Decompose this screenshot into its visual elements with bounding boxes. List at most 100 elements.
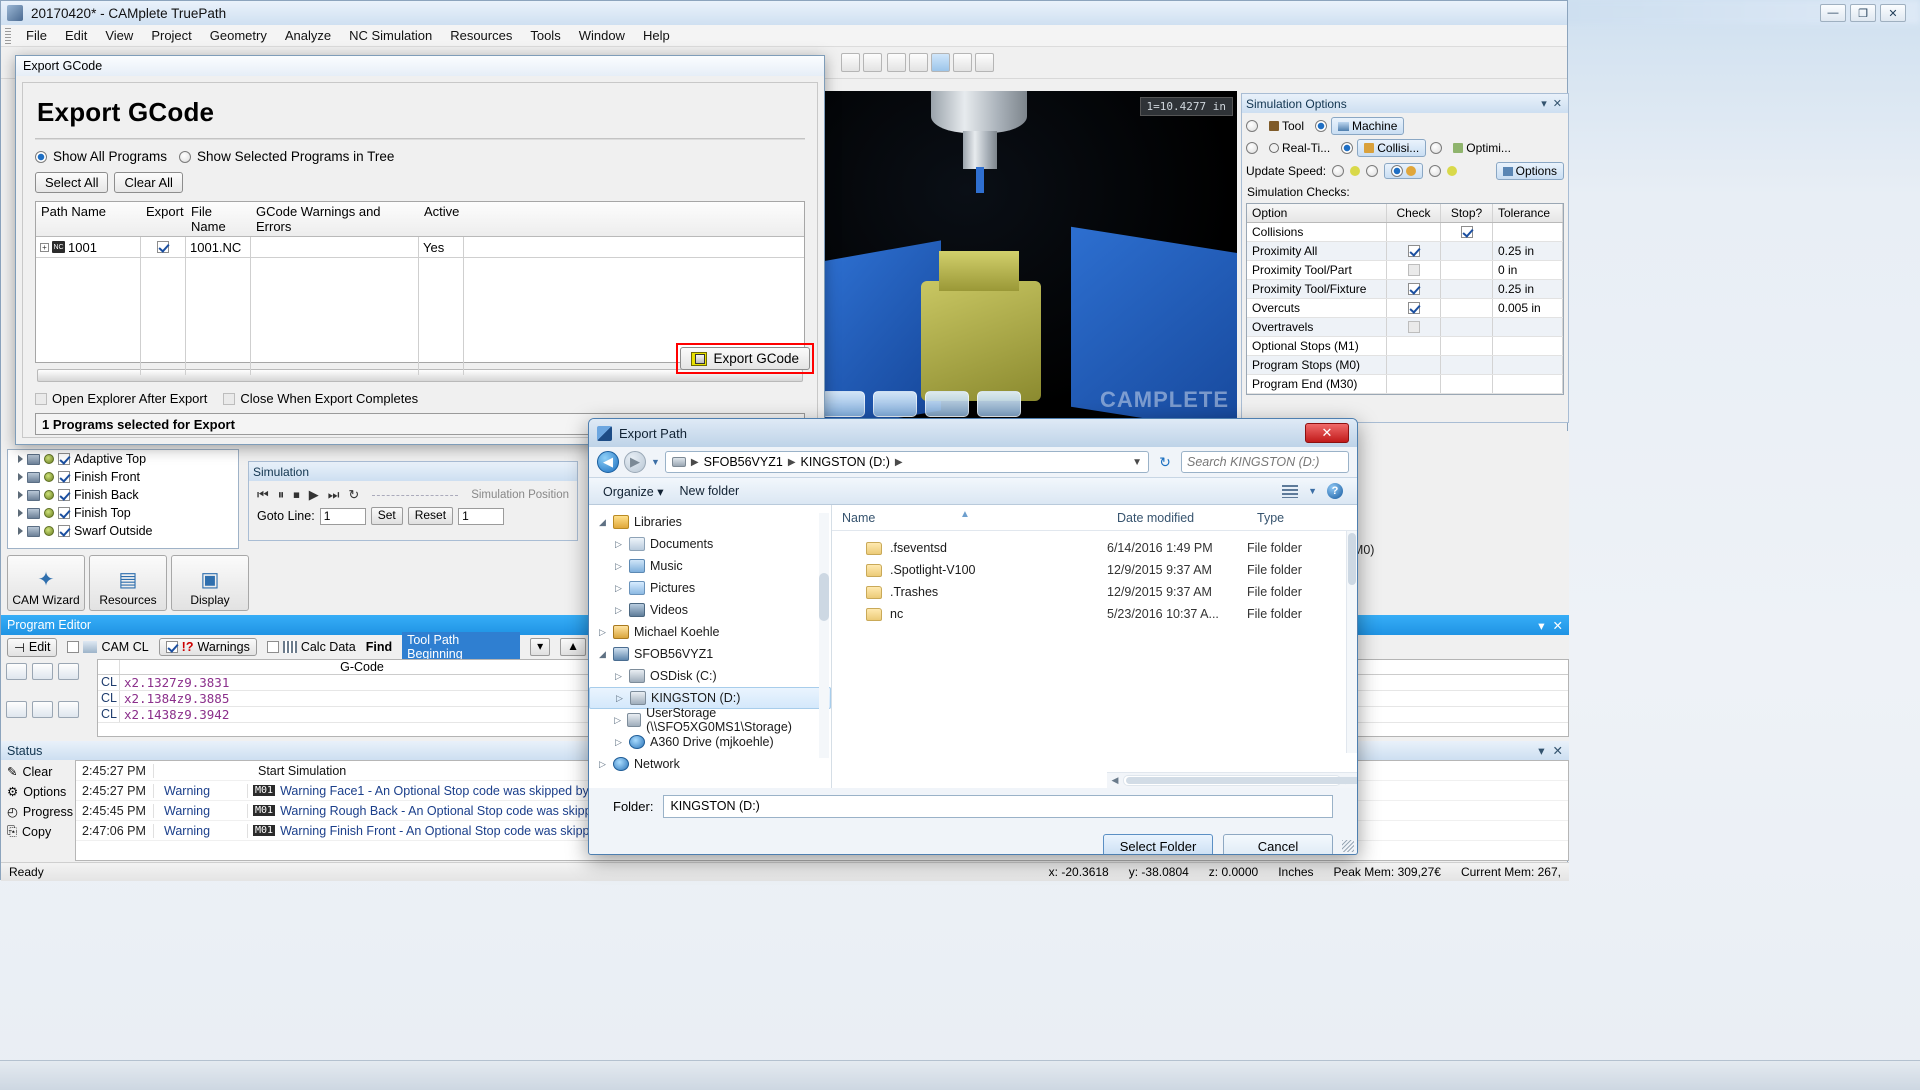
os-taskbar[interactable] [0,1060,1920,1090]
nav-tree-item[interactable]: ▷ Music [589,555,831,577]
mode-tool-button[interactable]: Tool [1262,117,1311,135]
menu-item-geometry[interactable]: Geometry [201,26,276,45]
file-list-item[interactable]: nc 5/23/2016 10:37 A... File folder [832,603,1357,625]
radio-tool[interactable] [1246,120,1258,132]
chevron-right-icon[interactable]: ▷ [613,605,624,616]
menu-item-help[interactable]: Help [634,26,679,45]
status-collapse-icon[interactable]: ▾ [1538,743,1544,758]
check-enabled-cell[interactable] [1387,299,1441,317]
chevron-right-icon[interactable]: ▷ [614,693,625,704]
chevron-right-icon[interactable] [18,473,23,481]
gcode-tool-export-icon[interactable] [58,700,79,718]
simulation-check-row[interactable]: Proximity All 0.25 in [1247,242,1563,261]
find-input[interactable]: Tool Path Beginning [402,632,521,662]
nav-tree-item[interactable]: ▷ OSDisk (C:) [589,665,831,687]
gcode-tool-list-icon[interactable] [32,663,53,680]
gcode-tool-import-icon[interactable] [58,663,79,680]
nav-tree-item[interactable]: ◢ Libraries [589,511,831,533]
check-enabled-checkbox[interactable] [1407,245,1420,257]
close-when-complete-checkbox[interactable]: Close When Export Completes [223,391,418,406]
tree-item-checkbox[interactable] [58,453,70,465]
reset-button[interactable]: Reset [407,507,454,525]
check-enabled-cell[interactable] [1387,337,1441,355]
warnings-checkbox-box[interactable] [165,641,178,653]
mode-button-group[interactable]: ✦ CAM Wizard ▤ Resources ▣ Display [7,555,249,611]
close-button[interactable]: ✕ [1880,4,1906,22]
check-tolerance-cell[interactable]: 0 in [1493,261,1563,279]
new-folder-button[interactable]: New folder [679,484,739,498]
file-list-item[interactable]: .fseventsd 6/14/2016 1:49 PM File folder [832,537,1357,559]
gcode-tool-table-icon[interactable] [32,700,53,718]
menu-bar[interactable]: File Edit View Project Geometry Analyze … [1,25,1567,47]
check-stop-cell[interactable] [1441,261,1493,279]
check-enabled-cell[interactable] [1387,318,1441,336]
transport-stop-icon[interactable]: ⏹ [293,487,300,503]
check-enabled-cell[interactable] [1387,375,1441,393]
view-options-icon[interactable] [1282,484,1299,498]
speed-radio-3[interactable] [1391,165,1404,177]
check-stop-checkbox[interactable] [1460,226,1473,238]
gcode-tool-link-icon[interactable] [6,663,27,680]
resize-grip-icon[interactable] [1342,840,1354,852]
menu-item-resources[interactable]: Resources [441,26,521,45]
tree-item[interactable]: Finish Top [8,504,238,522]
hscroll-thumb[interactable] [1126,777,1357,784]
transport-play-icon[interactable]: ▶ [309,487,319,503]
simulation-check-row[interactable]: Optional Stops (M1) [1247,337,1563,356]
hscroll-left-arrow[interactable]: ◀ [1107,775,1123,786]
menu-item-edit[interactable]: Edit [56,26,96,45]
speed-radio-2[interactable] [1366,165,1379,177]
tree-item[interactable]: Finish Front [8,468,238,486]
file-list-header[interactable]: Name ▲ Date modified Type [832,505,1357,531]
viewport-control-1[interactable] [821,391,865,417]
tree-item-checkbox[interactable] [58,489,70,501]
radio-show-all-programs[interactable] [35,150,47,163]
nav-tree-item[interactable]: ▷ A360 Drive (mjkoehle) [589,731,831,753]
transport-rewind-icon[interactable]: ⏮ [257,487,269,503]
close-when-complete-checkbox-box[interactable] [223,392,236,405]
export-path-command-bar[interactable]: Organize ▾ New folder ▼ ? [589,477,1357,505]
transport-controls[interactable]: ⏮ ⏸ ⏹ ▶ ⏭ ↻ Simulation Position [249,481,577,505]
check-tolerance-cell[interactable] [1493,375,1563,393]
simulation-check-row[interactable]: Proximity Tool/Fixture 0.25 in [1247,280,1563,299]
cam-cl-checkbox[interactable]: CAM CL [67,640,149,654]
chevron-right-icon[interactable] [18,527,23,535]
menu-item-nc-simulation[interactable]: NC Simulation [340,26,441,45]
check-stop-cell[interactable] [1441,318,1493,336]
check-stop-cell[interactable] [1441,299,1493,317]
find-dropdown-icon[interactable]: ▾ [530,638,551,656]
status-options-action[interactable]: ⚙ Options [7,784,75,800]
back-icon[interactable]: ◀ [597,451,619,473]
toolbar-button-2[interactable] [863,53,882,72]
mode-collision-button[interactable]: Collisi... [1357,139,1427,157]
export-path-buttons[interactable]: Select Folder Cancel [589,824,1357,854]
nav-tree-item[interactable]: ▷ Documents [589,533,831,555]
navigation-tree-scroll-thumb[interactable] [819,573,829,621]
check-enabled-cell[interactable] [1387,242,1441,260]
export-gcode-grid[interactable]: Path Name Export File Name GCode Warning… [35,201,805,375]
file-col-date[interactable]: Date modified [1107,511,1247,525]
nav-tree-item[interactable]: ▷ Videos [589,599,831,621]
toolbar-button-7[interactable] [975,53,994,72]
menu-item-analyze[interactable]: Analyze [276,26,340,45]
nav-tree-item[interactable]: ▷ Michael Koehle [589,621,831,643]
simulation-options-button[interactable]: Options [1495,162,1564,180]
tree-item-checkbox[interactable] [58,507,70,519]
check-tolerance-cell[interactable] [1493,223,1563,241]
check-stop-cell[interactable] [1441,223,1493,241]
goto-line-input[interactable]: 1 [319,507,366,525]
status-close-icon[interactable]: ✕ [1553,743,1563,758]
export-path-navigation-bar[interactable]: ◀ ▶ ▼ ▶ SFOB56VYZ1 ▶ KINGSTON (D:) ▶ ▼ ↻… [589,447,1357,477]
radio-collision[interactable] [1341,142,1354,154]
toolbar-button-1[interactable] [841,53,860,72]
status-clear-action[interactable]: ✎ Clear [7,764,75,780]
chevron-down-icon[interactable]: ◢ [597,517,608,528]
status-copy-action[interactable]: ⎘ Copy [7,824,75,839]
chevron-right-icon[interactable]: ▷ [613,737,624,748]
goto-line-row[interactable]: Goto Line: 1 Set Reset 1 [249,505,577,527]
check-tolerance-cell[interactable]: 0.25 in [1493,242,1563,260]
chevron-right-icon[interactable]: ▷ [597,627,608,638]
chevron-down-icon[interactable]: ◢ [597,649,608,660]
check-enabled-cell[interactable] [1387,223,1441,241]
menu-item-file[interactable]: File [17,26,56,45]
